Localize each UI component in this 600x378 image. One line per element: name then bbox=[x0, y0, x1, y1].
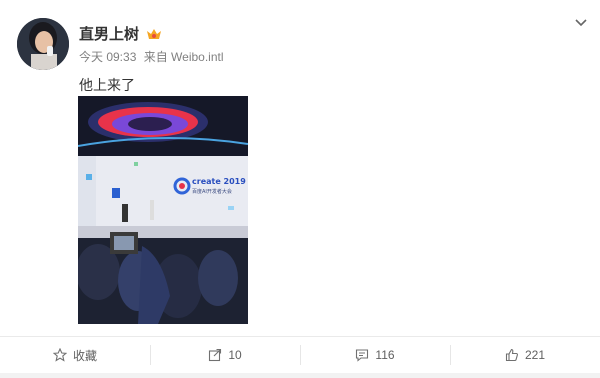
avatar-image bbox=[17, 18, 69, 70]
post-source[interactable]: 来自 Weibo.intl bbox=[144, 50, 224, 64]
weibo-post-card: 直男上树 今天 09:33 来自 Weibo.intl 他上来了 create … bbox=[0, 0, 600, 378]
like-button[interactable]: 221 bbox=[450, 337, 600, 373]
username[interactable]: 直男上树 bbox=[79, 23, 139, 44]
like-count: 221 bbox=[524, 348, 546, 362]
post-meta: 今天 09:33 来自 Weibo.intl bbox=[79, 48, 228, 65]
star-icon bbox=[52, 348, 67, 362]
avatar[interactable] bbox=[17, 18, 69, 70]
comment-icon bbox=[356, 349, 369, 362]
image-subcaption: 百度AI开发者大会 bbox=[192, 188, 232, 195]
comment-button[interactable]: 116 bbox=[300, 337, 450, 373]
post-timestamp[interactable]: 今天 09:33 bbox=[79, 50, 136, 64]
comment-count: 116 bbox=[375, 348, 395, 362]
post-text: 他上来了 bbox=[79, 77, 135, 93]
repost-button[interactable]: 10 bbox=[150, 337, 300, 373]
repost-icon bbox=[209, 348, 222, 362]
favorite-label: 收藏 bbox=[72, 348, 97, 363]
username-row: 直男上树 bbox=[79, 23, 163, 44]
chevron-down-icon[interactable] bbox=[573, 15, 589, 31]
thumbs-up-icon bbox=[505, 348, 518, 362]
card-bottom-strip bbox=[0, 373, 600, 378]
repost-count: 10 bbox=[228, 348, 242, 362]
image-caption: create 2019 bbox=[192, 177, 246, 186]
vip-icon[interactable] bbox=[145, 27, 163, 41]
action-bar: 收藏 10 116 221 bbox=[0, 337, 600, 373]
favorite-button[interactable]: 收藏 bbox=[0, 337, 150, 373]
post-image[interactable]: create 2019 百度AI开发者大会 bbox=[78, 96, 248, 324]
